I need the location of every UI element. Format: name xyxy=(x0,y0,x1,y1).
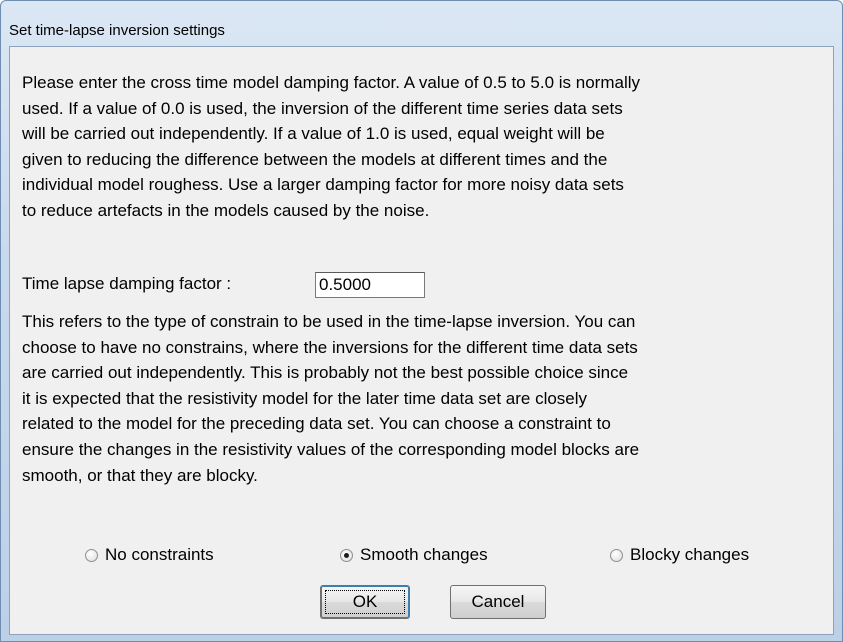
damping-description: Please enter the cross time model dampin… xyxy=(22,73,640,220)
title-bar[interactable]: Set time-lapse inversion settings xyxy=(1,1,842,38)
radio-no-constraints[interactable]: No constraints xyxy=(85,545,214,565)
radio-label[interactable]: Blocky changes xyxy=(630,545,749,565)
ok-button[interactable]: OK xyxy=(320,585,410,619)
damping-factor-label: Time lapse damping factor : xyxy=(22,274,232,293)
dialog-content: Please enter the cross time model dampin… xyxy=(9,46,834,635)
damping-factor-input[interactable] xyxy=(315,272,425,298)
radio-label[interactable]: Smooth changes xyxy=(360,545,488,565)
radio-checked-icon[interactable] xyxy=(340,548,353,562)
radio-blocky-changes[interactable]: Blocky changes xyxy=(610,545,749,565)
constraint-radio-group: No constraints Smooth changes Blocky cha… xyxy=(10,545,833,569)
radio-unchecked-icon[interactable] xyxy=(85,548,98,562)
radio-unchecked-icon[interactable] xyxy=(610,548,623,562)
cancel-button[interactable]: Cancel xyxy=(450,585,546,619)
radio-label[interactable]: No constraints xyxy=(105,545,214,565)
cancel-button-label: Cancel xyxy=(471,592,525,611)
radio-smooth-changes[interactable]: Smooth changes xyxy=(340,545,488,565)
focus-rectangle xyxy=(325,590,405,614)
constraint-description: This refers to the type of constrain to … xyxy=(22,312,640,485)
dialog-window: Set time-lapse inversion settings Please… xyxy=(0,0,843,642)
window-title: Set time-lapse inversion settings xyxy=(9,22,225,39)
